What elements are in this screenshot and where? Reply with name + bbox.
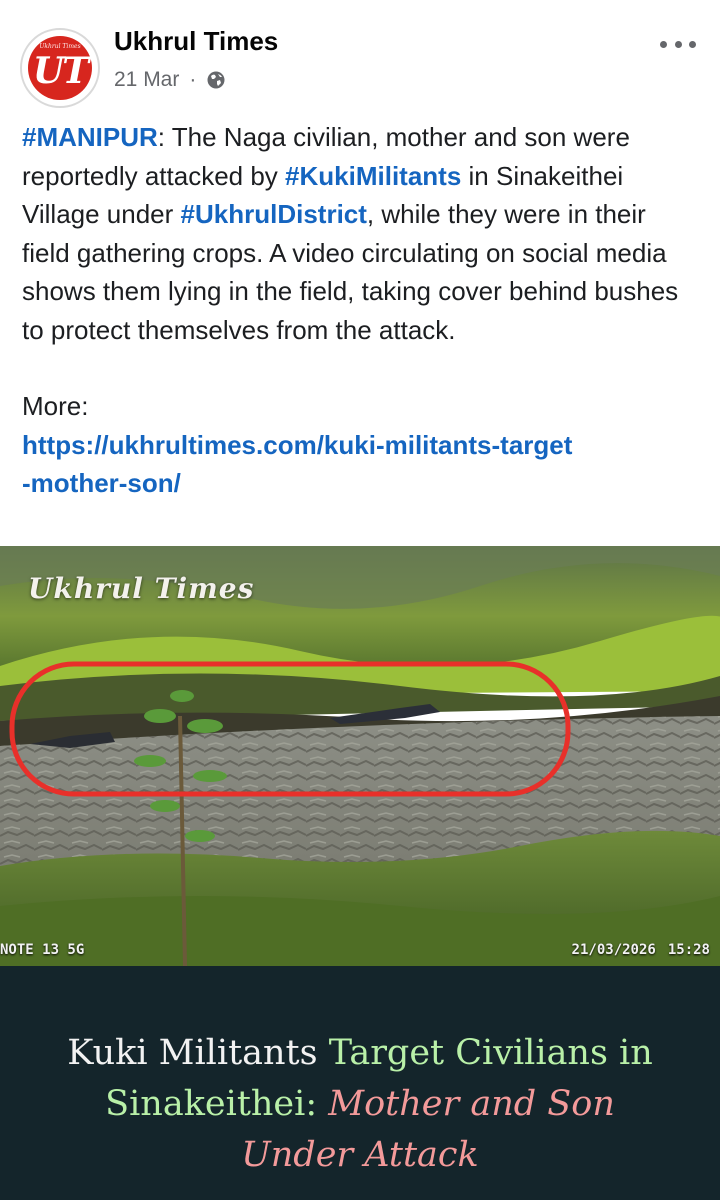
camera-model: NOTE 13 5G xyxy=(0,942,85,958)
hashtag-ukhruldistrict[interactable]: #UkhrulDistrict xyxy=(181,199,367,229)
headline-green-2: Sinakeithei: xyxy=(105,1084,329,1124)
headline-white: Kuki Militants xyxy=(67,1033,329,1073)
headline-pink-2: Under Attack xyxy=(241,1135,479,1175)
post-header: Ukhrul Times UT Ukhrul Times 21 Mar · xyxy=(0,0,720,112)
post-date[interactable]: 21 Mar xyxy=(114,68,179,92)
camera-time: 15:28 xyxy=(667,942,710,958)
camera-date: 21/03/2026 xyxy=(571,942,656,958)
headline: Kuki Militants Target Civilians in Sinak… xyxy=(10,1028,710,1181)
headline-banner[interactable]: Kuki Militants Target Civilians in Sinak… xyxy=(0,966,720,1200)
headline-green-1: Target Civilians in xyxy=(328,1033,653,1073)
hashtag-manipur[interactable]: #MANIPUR xyxy=(22,122,158,152)
avatar-logo: Ukhrul Times UT xyxy=(28,36,92,100)
article-link-line-1[interactable]: https://ukhrultimes.com/kuki-militants-t… xyxy=(22,426,698,465)
avatar-mark: UT xyxy=(32,50,89,92)
page-avatar[interactable]: Ukhrul Times UT xyxy=(20,28,100,108)
field-photo xyxy=(0,546,720,966)
image-watermark: Ukhrul Times xyxy=(28,572,255,605)
post-paragraph: #MANIPUR: The Naga civilian, mother and … xyxy=(22,118,698,349)
page-name[interactable]: Ukhrul Times xyxy=(114,26,278,57)
more-label: More: xyxy=(22,391,89,421)
more-horizontal-icon[interactable] xyxy=(660,36,696,52)
hashtag-kukimilitants[interactable]: #KukiMilitants xyxy=(285,161,461,191)
globe-icon xyxy=(207,71,225,89)
meta-separator: · xyxy=(189,68,197,91)
avatar-mini-text: Ukhrul Times xyxy=(39,43,81,50)
post-meta: 21 Mar · xyxy=(114,68,226,92)
camera-timestamp: 21/03/2026 15:28 xyxy=(560,942,710,958)
post-text: #MANIPUR: The Naga civilian, mother and … xyxy=(22,118,698,503)
headline-pink-1: Mother and Son xyxy=(328,1084,615,1124)
article-link-line-2[interactable]: -mother-son/ xyxy=(22,464,698,503)
post-image[interactable]: Ukhrul Times NOTE 13 5G 21/03/2026 15:28 xyxy=(0,546,720,966)
